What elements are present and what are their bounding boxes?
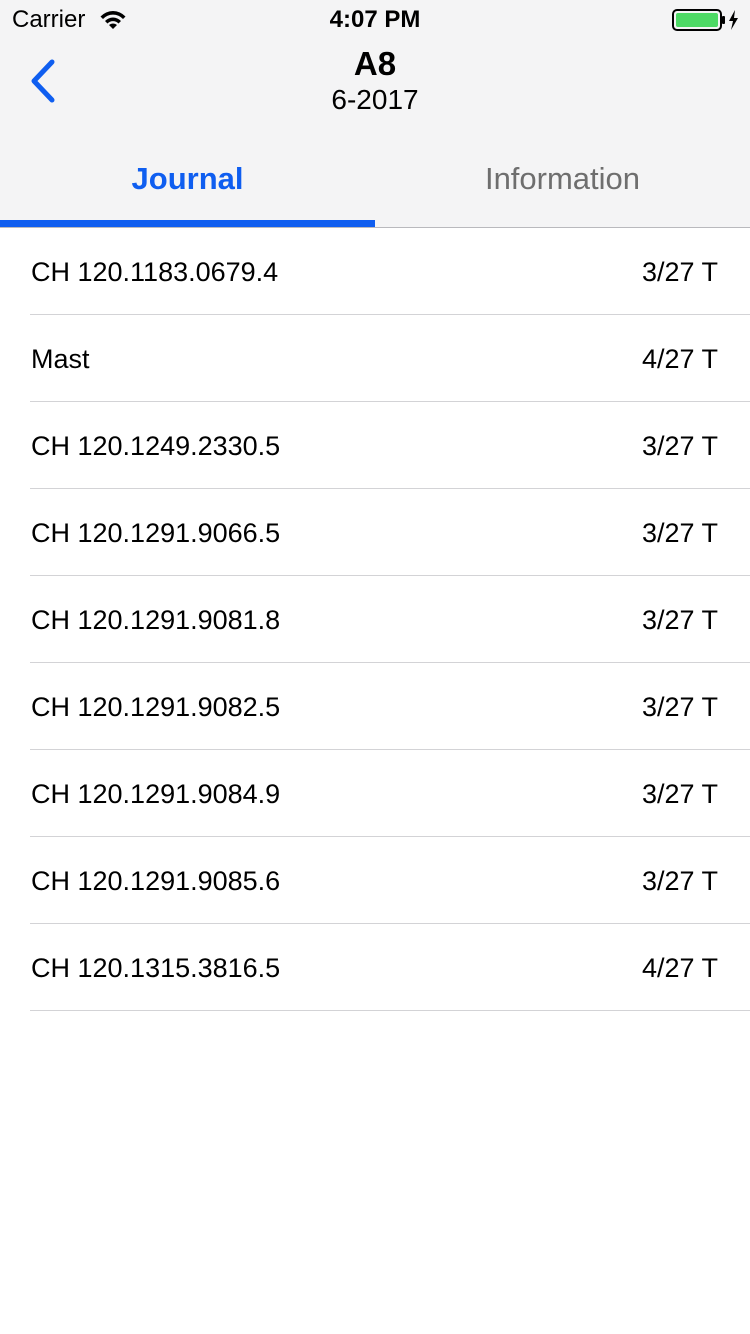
row-value: 3/27 T [641,518,718,548]
row-label: CH 120.1291.9084.9 [31,779,281,809]
page-title: A8 [353,45,397,82]
table-row[interactable]: CH 120.1249.2330.5 3/27 T [0,402,750,489]
row-label: CH 120.1249.2330.5 [31,431,281,461]
table-row[interactable]: CH 120.1291.9085.6 3/27 T [0,837,750,924]
table-row[interactable]: CH 120.1291.9081.8 3/27 T [0,576,750,663]
row-value: 4/27 T [641,953,718,983]
tab-journal[interactable]: Journal [0,150,375,228]
row-value: 3/27 T [641,779,718,809]
page-subtitle: 6-2017 [331,84,419,115]
row-value: 3/27 T [641,866,718,896]
row-label: Mast [31,344,90,374]
row-label: CH 120.1291.9085.6 [31,866,281,896]
table-row[interactable]: CH 120.1291.9084.9 3/27 T [0,750,750,837]
row-label: CH 120.1183.0679.4 [31,257,279,287]
status-time: 4:07 PM [329,6,421,33]
table-row[interactable]: CH 120.1291.9066.5 3/27 T [0,489,750,576]
table-row[interactable]: CH 120.1315.3816.5 4/27 T [0,924,750,1011]
table-row[interactable]: CH 120.1291.9082.5 3/27 T [0,663,750,750]
tab-bar: Journal Information [0,150,750,228]
journal-list: CH 120.1183.0679.4 3/27 T Mast 4/27 T CH… [0,228,750,1011]
table-row[interactable]: CH 120.1183.0679.4 3/27 T [0,228,750,315]
row-label: CH 120.1291.9066.5 [31,518,281,548]
active-tab-indicator [0,220,375,227]
row-value: 3/27 T [641,692,718,722]
row-value: 3/27 T [641,605,718,635]
row-label: CH 120.1315.3816.5 [31,953,281,983]
table-row[interactable]: Mast 4/27 T [0,315,750,402]
row-value: 3/27 T [641,257,718,287]
row-value: 3/27 T [641,431,718,461]
tab-information[interactable]: Information [375,150,750,228]
row-label: CH 120.1291.9081.8 [31,605,281,635]
battery-icon [672,9,738,31]
row-value: 4/27 T [641,344,718,374]
row-label: CH 120.1291.9082.5 [31,692,281,722]
navigation-header: Carrier 4:07 PM A8 6-2017 Journal Inform… [0,0,750,228]
status-bar: Carrier 4:07 PM [0,0,750,40]
